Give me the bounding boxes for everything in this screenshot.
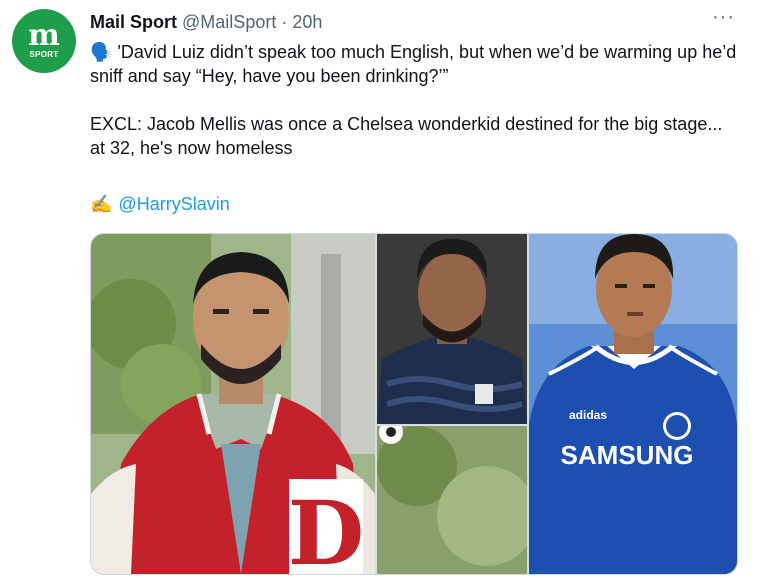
mention-link[interactable]: @HarrySlavin bbox=[118, 194, 229, 214]
photo-player-navy-kit[interactable] bbox=[377, 234, 527, 424]
speaking-head-icon: 🗣️ bbox=[90, 42, 113, 62]
photo-player-chelsea-kit[interactable]: adidas SAMSUNG bbox=[529, 234, 737, 574]
more-icon[interactable]: ··· bbox=[712, 6, 735, 29]
avatar-logo-sub: SPORT bbox=[29, 50, 59, 59]
writing-hand-icon: ✍️ bbox=[90, 194, 113, 214]
photo-man-red-varsity-jacket[interactable]: D bbox=[91, 234, 375, 574]
tweet-line-quote: 🗣️ 'David Luiz didn’t speak too much Eng… bbox=[90, 40, 740, 88]
tweet-timestamp[interactable]: 20h bbox=[292, 12, 322, 32]
tweet-text: 🗣️ 'David Luiz didn’t speak too much Eng… bbox=[90, 40, 740, 160]
photo-background-strip bbox=[377, 426, 527, 574]
author-name[interactable]: Mail Sport bbox=[90, 12, 177, 32]
tweet-quote-text: 'David Luiz didn’t speak too much Englis… bbox=[90, 42, 737, 86]
jacket-letter: D bbox=[288, 481, 364, 574]
header-separator: · bbox=[281, 12, 288, 32]
kit-sponsor-text: SAMSUNG bbox=[561, 440, 694, 470]
author-handle[interactable]: @MailSport bbox=[182, 12, 276, 32]
tweet-credit: ✍️ @HarrySlavin bbox=[90, 192, 230, 216]
avatar-logo-letter: m bbox=[28, 18, 60, 53]
kit-brand-text: adidas bbox=[569, 408, 607, 422]
media-grid: D adidas SAMSUNG bbox=[90, 233, 738, 575]
tweet-line-headline: EXCL: Jacob Mellis was once a Chelsea wo… bbox=[90, 114, 723, 158]
tweet-header: Mail Sport @MailSport · 20h bbox=[90, 11, 322, 33]
avatar[interactable]: m SPORT bbox=[12, 9, 76, 73]
